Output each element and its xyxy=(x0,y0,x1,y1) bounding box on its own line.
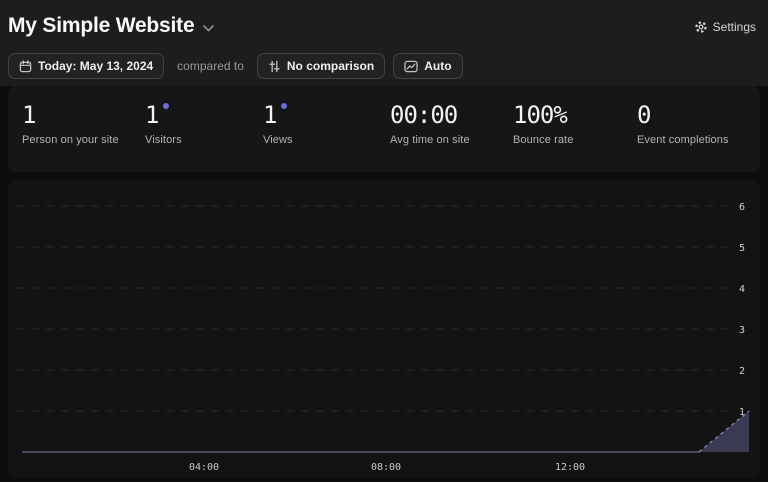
y-tick: 4 xyxy=(739,284,745,295)
filter-bar: Today: May 13, 2024 compared to No compa… xyxy=(8,53,463,79)
date-range-button[interactable]: Today: May 13, 2024 xyxy=(8,53,164,79)
y-tick: 3 xyxy=(739,325,745,336)
stat-bounce-rate[interactable]: 100% Bounce rate xyxy=(513,102,573,146)
sliders-icon xyxy=(268,60,281,73)
accent-dot xyxy=(163,103,169,109)
settings-button[interactable]: Settings xyxy=(694,20,756,34)
y-tick: 5 xyxy=(739,243,745,254)
x-tick: 04:00 xyxy=(189,462,219,473)
stat-value: 1 xyxy=(145,102,158,128)
page-title[interactable]: My Simple Website xyxy=(8,14,194,38)
stat-label: Views xyxy=(263,134,293,146)
x-tick: 12:00 xyxy=(555,462,585,473)
stat-value: 100% xyxy=(513,102,567,128)
comparison-label: No comparison xyxy=(287,59,374,73)
stat-label: Event completions xyxy=(637,134,729,146)
x-tick: 08:00 xyxy=(371,462,401,473)
stat-label: Avg time on site xyxy=(390,134,470,146)
gridlines xyxy=(16,206,730,411)
stat-value: 1 xyxy=(22,102,35,128)
stat-views[interactable]: 1 Views xyxy=(263,102,293,146)
visitors-chart-panel[interactable]: 6 5 4 3 2 1 04:00 08:00 12:00 xyxy=(8,180,760,478)
compared-to-label: compared to xyxy=(177,59,244,73)
visitors-area-chart: 6 5 4 3 2 1 04:00 08:00 12:00 xyxy=(8,180,760,478)
chart-mode-label: Auto xyxy=(424,59,451,73)
y-tick: 6 xyxy=(739,202,745,213)
stat-visitors[interactable]: 1 Visitors xyxy=(145,102,182,146)
stat-avg-time[interactable]: 00:00 Avg time on site xyxy=(390,102,470,146)
chart-line-icon xyxy=(404,60,418,73)
accent-dot xyxy=(281,103,287,109)
gear-icon xyxy=(694,20,708,34)
stat-person-on-site[interactable]: 1 Person on your site xyxy=(22,102,119,146)
settings-label: Settings xyxy=(713,20,756,34)
date-range-label: Today: May 13, 2024 xyxy=(38,59,153,73)
y-tick: 2 xyxy=(739,366,745,377)
comparison-button[interactable]: No comparison xyxy=(257,53,385,79)
stat-event-completions[interactable]: 0 Event completions xyxy=(637,102,729,146)
stats-panel: 1 Person on your site 1 Visitors 1 Views… xyxy=(8,86,760,172)
stat-label: Person on your site xyxy=(22,134,119,146)
header: My Simple Website Settings xyxy=(0,0,768,86)
chart-mode-button[interactable]: Auto xyxy=(393,53,462,79)
stat-label: Bounce rate xyxy=(513,134,573,146)
calendar-icon xyxy=(19,60,32,73)
stat-label: Visitors xyxy=(145,134,182,146)
chevron-down-icon[interactable] xyxy=(203,25,214,32)
title-row: My Simple Website Settings xyxy=(8,14,756,38)
stat-value: 1 xyxy=(263,102,276,128)
stat-value: 0 xyxy=(637,102,650,128)
stat-value: 00:00 xyxy=(390,102,457,128)
